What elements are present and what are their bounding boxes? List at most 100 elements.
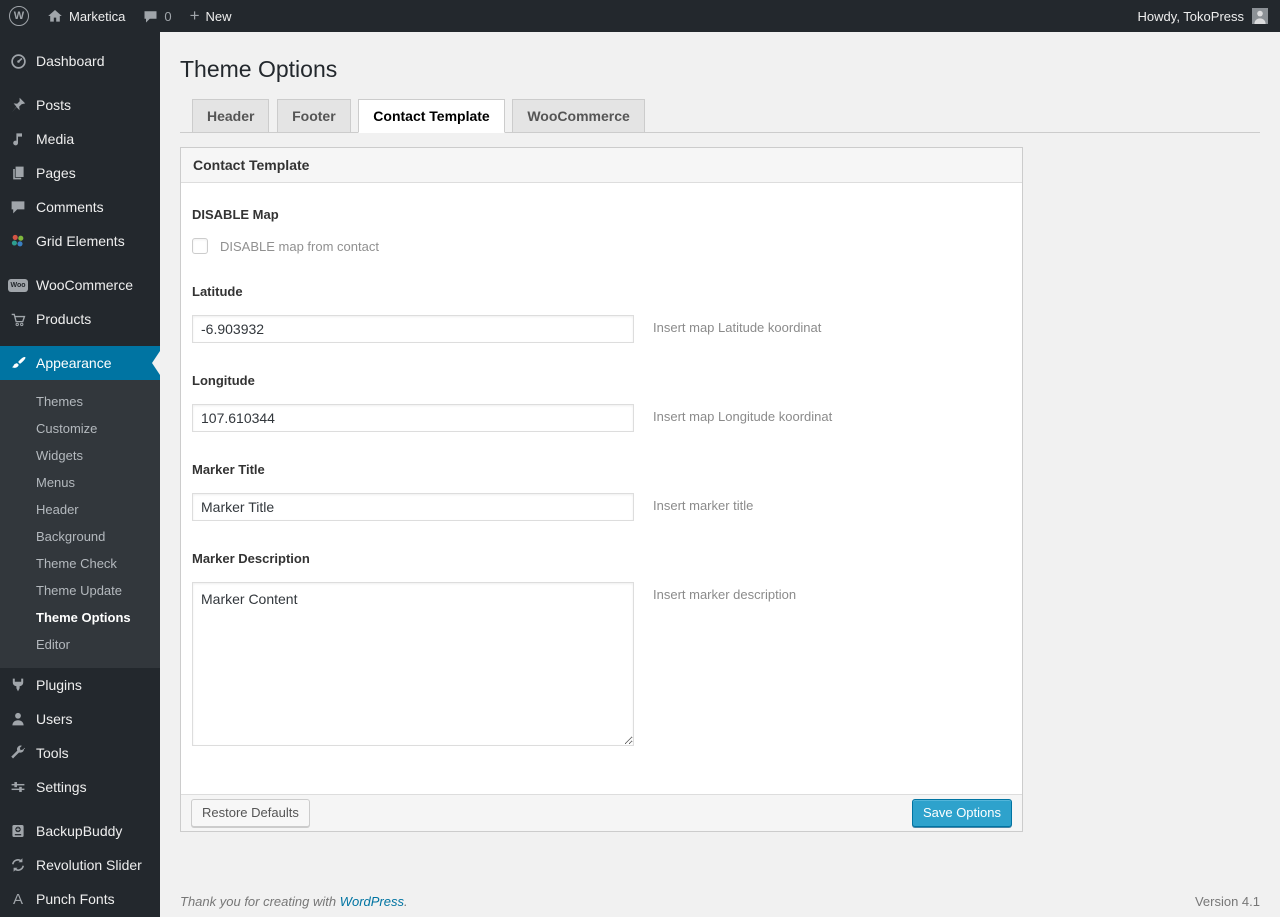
- submenu-item-menus[interactable]: Menus: [0, 469, 160, 496]
- music-note-icon: [8, 129, 28, 149]
- disable-map-field: DISABLE Map DISABLE map from contact: [192, 207, 1010, 254]
- sidebar-item-settings[interactable]: Settings: [0, 770, 160, 804]
- wordpress-link[interactable]: WordPress: [340, 894, 404, 909]
- sidebar-item-label: Settings: [36, 779, 87, 795]
- submenu-item-editor[interactable]: Editor: [0, 631, 160, 658]
- home-icon: [47, 8, 63, 24]
- contact-template-panel: Contact Template DISABLE Map DISABLE map…: [180, 147, 1023, 832]
- sidebar-item-punch-fonts[interactable]: A Punch Fonts: [0, 882, 160, 916]
- sidebar-item-dashboard[interactable]: Dashboard: [0, 44, 160, 78]
- disable-map-label: DISABLE Map: [192, 207, 279, 222]
- grid-elements-icon: [8, 231, 28, 251]
- submenu-item-widgets[interactable]: Widgets: [0, 442, 160, 469]
- sidebar-item-label: Media: [36, 131, 75, 147]
- submenu-item-customize[interactable]: Customize: [0, 415, 160, 442]
- marker-title-input[interactable]: [192, 493, 634, 521]
- version-label: Version 4.1: [1194, 894, 1260, 909]
- longitude-field: Longitude Insert map Longitude koordinat: [192, 373, 1010, 432]
- sidebar-item-label: Grid Elements: [36, 233, 125, 249]
- latitude-hint: Insert map Latitude koordinat: [653, 320, 822, 335]
- new-menu[interactable]: + New: [181, 0, 241, 32]
- sidebar-item-products[interactable]: Products: [0, 302, 160, 336]
- comment-icon: [8, 197, 28, 217]
- sidebar-item-label: Plugins: [36, 677, 82, 693]
- main-content: Theme Options Header Footer Contact Temp…: [160, 0, 1280, 917]
- admin-sidebar: Dashboard Posts Media Pages Comments Gri…: [0, 32, 160, 917]
- sidebar-item-label: Dashboard: [36, 53, 105, 69]
- rotate-arrows-icon: [8, 855, 28, 875]
- panel-body: DISABLE Map DISABLE map from contact Lat…: [181, 183, 1022, 794]
- sidebar-item-woocommerce[interactable]: Woo WooCommerce: [0, 268, 160, 302]
- sidebar-item-users[interactable]: Users: [0, 702, 160, 736]
- sidebar-item-appearance[interactable]: Appearance: [0, 346, 160, 380]
- sidebar-item-label: Posts: [36, 97, 72, 113]
- disable-map-checkbox[interactable]: [192, 238, 208, 254]
- marker-title-label: Marker Title: [192, 462, 265, 477]
- save-options-button[interactable]: Save Options: [911, 799, 1012, 827]
- tab-footer[interactable]: Footer: [277, 99, 351, 133]
- sidebar-item-tools[interactable]: Tools: [0, 736, 160, 770]
- sidebar-item-posts[interactable]: Posts: [0, 88, 160, 122]
- wordpress-logo-button[interactable]: W: [0, 0, 38, 32]
- backup-drive-icon: [8, 821, 28, 841]
- pages-icon: [8, 163, 28, 183]
- sidebar-item-label: Punch Fonts: [36, 891, 115, 907]
- marker-title-field: Marker Title Insert marker title: [192, 462, 1010, 521]
- marker-description-label: Marker Description: [192, 551, 310, 566]
- submenu-item-theme-check[interactable]: Theme Check: [0, 550, 160, 577]
- submenu-item-background[interactable]: Background: [0, 523, 160, 550]
- restore-defaults-button[interactable]: Restore Defaults: [191, 799, 310, 827]
- sidebar-item-media[interactable]: Media: [0, 122, 160, 156]
- sidebar-item-label: Products: [36, 311, 92, 327]
- sliders-icon: [8, 777, 28, 797]
- tab-contact-template[interactable]: Contact Template: [358, 99, 505, 133]
- user-avatar: [1252, 8, 1268, 24]
- sidebar-item-label: Appearance: [36, 355, 112, 371]
- sidebar-item-grid-elements[interactable]: Grid Elements: [0, 224, 160, 258]
- longitude-input[interactable]: [192, 404, 634, 432]
- wrench-icon: [8, 743, 28, 763]
- paintbrush-icon: [8, 353, 28, 373]
- marker-description-textarea[interactable]: Marker Content: [192, 582, 634, 746]
- page-footer: Thank you for creating with WordPress. V…: [180, 894, 1260, 917]
- disable-map-checkbox-label[interactable]: DISABLE map from contact: [220, 239, 379, 254]
- sidebar-item-pages[interactable]: Pages: [0, 156, 160, 190]
- cart-icon: [8, 309, 28, 329]
- appearance-submenu: Themes Customize Widgets Menus Header Ba…: [0, 380, 160, 668]
- submenu-item-theme-options[interactable]: Theme Options: [0, 604, 160, 631]
- howdy-label: Howdy, TokoPress: [1137, 8, 1244, 24]
- marker-description-hint: Insert marker description: [653, 587, 797, 602]
- sidebar-item-backupbuddy[interactable]: BackupBuddy: [0, 814, 160, 848]
- sidebar-item-label: Tools: [36, 745, 69, 761]
- admin-bar: W Marketica 0 + New Howdy, TokoPress: [0, 0, 1280, 32]
- comment-bubble-icon: [143, 9, 158, 24]
- plus-icon: +: [189, 6, 200, 25]
- sidebar-item-label: Pages: [36, 165, 76, 181]
- letter-a-icon: A: [12, 890, 23, 908]
- submenu-item-themes[interactable]: Themes: [0, 388, 160, 415]
- submenu-item-theme-update[interactable]: Theme Update: [0, 577, 160, 604]
- sidebar-item-label: WooCommerce: [36, 277, 133, 293]
- wordpress-logo-icon: W: [9, 6, 29, 26]
- submenu-item-header[interactable]: Header: [0, 496, 160, 523]
- sidebar-item-plugins[interactable]: Plugins: [0, 668, 160, 702]
- latitude-field: Latitude Insert map Latitude koordinat: [192, 284, 1010, 343]
- latitude-label: Latitude: [192, 284, 243, 299]
- tab-header[interactable]: Header: [192, 99, 270, 133]
- user-icon: [8, 709, 28, 729]
- sidebar-item-comments[interactable]: Comments: [0, 190, 160, 224]
- pin-icon: [8, 95, 28, 115]
- marker-description-field: Marker Description Marker Content Insert…: [192, 551, 1010, 746]
- site-name-menu[interactable]: Marketica: [38, 0, 134, 32]
- longitude-hint: Insert map Longitude koordinat: [653, 409, 833, 424]
- howdy-account-menu[interactable]: Howdy, TokoPress: [1129, 0, 1268, 32]
- sidebar-item-label: Comments: [36, 199, 104, 215]
- latitude-input[interactable]: [192, 315, 634, 343]
- comments-menu[interactable]: 0: [134, 0, 180, 32]
- new-label: New: [205, 8, 232, 24]
- sidebar-item-revolution-slider[interactable]: Revolution Slider: [0, 848, 160, 882]
- longitude-label: Longitude: [192, 373, 255, 388]
- dashboard-icon: [8, 51, 28, 71]
- tab-woocommerce[interactable]: WooCommerce: [512, 99, 645, 133]
- thanks-suffix: .: [404, 894, 408, 909]
